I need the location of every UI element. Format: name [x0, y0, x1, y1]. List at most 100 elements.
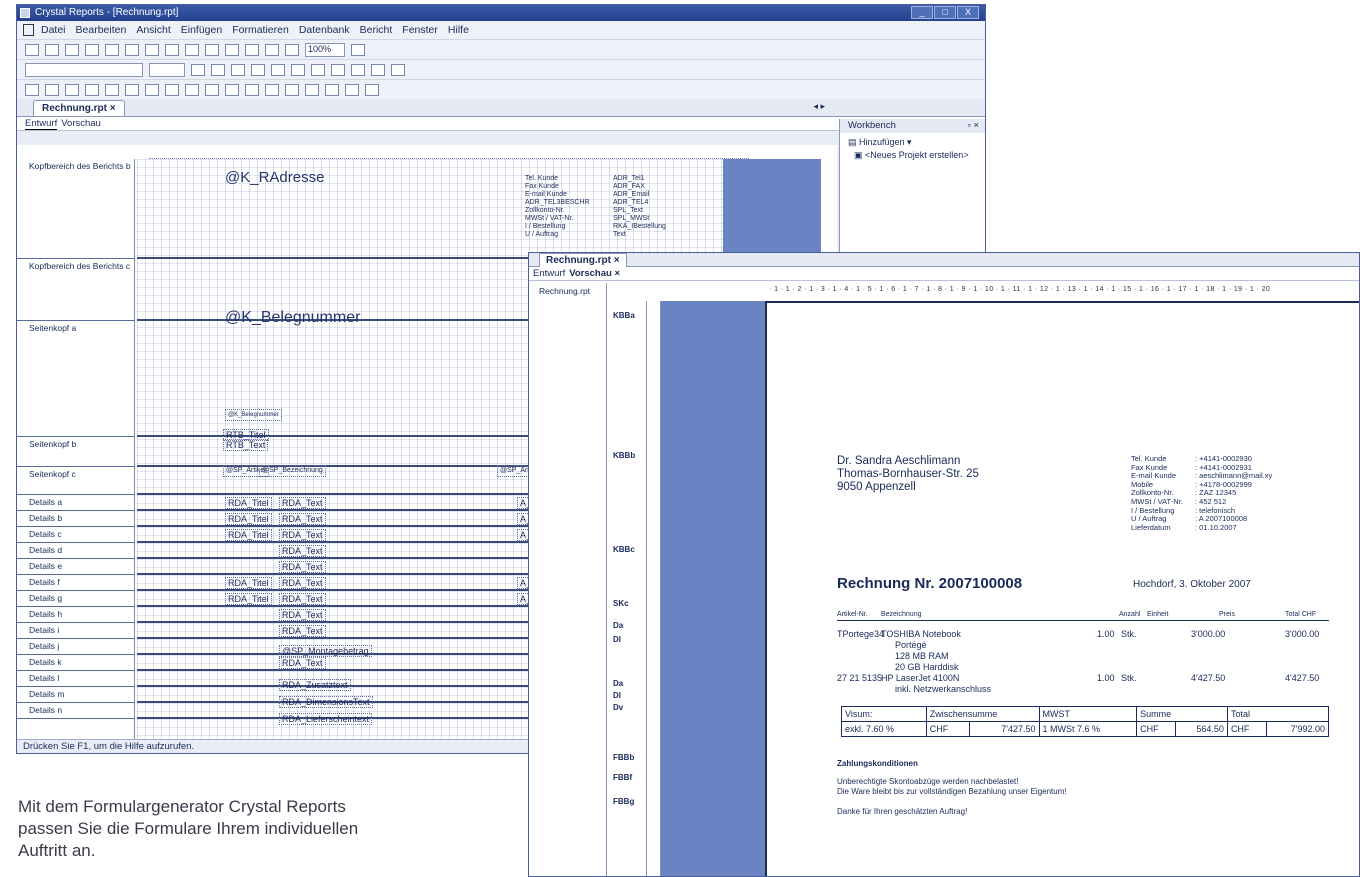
section-label[interactable]: Details f	[17, 575, 135, 591]
tab-vorschau[interactable]: Vorschau	[61, 117, 101, 130]
first-page-icon[interactable]	[285, 83, 299, 96]
field-sp-montage[interactable]: @SP_Montagebetrag	[279, 645, 372, 657]
field-radresse[interactable]: @K_RAdresse	[223, 170, 326, 185]
justify-icon[interactable]	[311, 63, 325, 76]
new-icon[interactable]	[25, 43, 39, 56]
close-button[interactable]: X	[957, 6, 979, 19]
field-rda-titel[interactable]: RDA_Titel	[225, 529, 272, 541]
menu-formatieren[interactable]: Formatieren	[232, 24, 289, 36]
preview-tab-entwurf[interactable]: Entwurf	[533, 267, 565, 280]
header-field-row[interactable]: I / Bestellung RKA_IBestellung	[525, 223, 675, 231]
menu-einfuegen[interactable]: Einfügen	[181, 24, 222, 36]
header-field-row[interactable]: U / Auftrag Text	[525, 231, 675, 239]
field-rda-text[interactable]: RDA_Text	[279, 577, 326, 589]
section-label[interactable]: Details i	[17, 623, 135, 639]
section-label[interactable]: Details l	[17, 671, 135, 687]
section-label[interactable]: Seitenkopf a	[17, 321, 135, 437]
section-label[interactable]: Kopfbereich des Berichts c	[17, 259, 135, 321]
field-rda-text[interactable]: RDA_Text	[279, 609, 326, 621]
tab-entwurf[interactable]: Entwurf	[25, 117, 58, 130]
field-rda-text[interactable]: RDA_Text	[279, 593, 326, 605]
save-icon[interactable]	[65, 43, 79, 56]
minimize-button[interactable]: _	[911, 6, 933, 19]
section-expert-icon[interactable]	[225, 83, 239, 96]
tab-scroll-arrows[interactable]: ◂ ▸	[813, 101, 825, 112]
align-left-icon[interactable]	[251, 63, 265, 76]
zoom-select[interactable]: 100%	[305, 42, 345, 57]
section-label[interactable]: Details d	[17, 543, 135, 559]
header-field-row[interactable]: E-mail Kunde ADR_Email	[525, 191, 675, 199]
menu-bericht[interactable]: Bericht	[360, 24, 393, 36]
section-label[interactable]: Seitenkopf b	[17, 437, 135, 467]
open-icon[interactable]	[45, 43, 59, 56]
menu-fenster[interactable]: Fenster	[402, 24, 438, 36]
next-page-icon[interactable]	[325, 83, 339, 96]
text-object-icon[interactable]	[25, 83, 39, 96]
section-label[interactable]: Details g	[17, 591, 135, 607]
header-field-row[interactable]: Zollkonto-Nr. SPL_Text	[525, 207, 675, 215]
workbench-add-button[interactable]: ▤ Hinzufügen ▾	[840, 133, 985, 148]
print-icon[interactable]	[85, 43, 99, 56]
section-label[interactable]: Details b	[17, 511, 135, 527]
tree-item-rechnung[interactable]: Rechnung.rpt	[539, 286, 590, 296]
print-preview-icon[interactable]	[105, 43, 119, 56]
menu-datei[interactable]: Datei	[41, 24, 66, 36]
section-label[interactable]: Details k	[17, 655, 135, 671]
find-icon[interactable]	[285, 43, 299, 56]
header-field-row[interactable]: MWSt / VAT-Nr. SPL_MWSt	[525, 215, 675, 223]
field-sp-bezeichnung[interactable]: @SP_Bezeichnung	[259, 465, 326, 477]
field-rda-titel[interactable]: RDA_Titel	[225, 497, 272, 509]
header-field-row[interactable]: ADR_TEL3BESCHR ADR_TEL4	[525, 199, 675, 207]
maximize-button[interactable]: □	[934, 6, 956, 19]
italic-icon[interactable]	[211, 63, 225, 76]
menu-ansicht[interactable]: Ansicht	[136, 24, 170, 36]
picture-icon[interactable]	[165, 83, 179, 96]
stop-icon[interactable]	[365, 83, 379, 96]
size-select[interactable]	[149, 62, 185, 77]
section-label[interactable]: Details c	[17, 527, 135, 543]
menu-hilfe[interactable]: Hilfe	[448, 24, 469, 36]
section-label[interactable]: Details a	[17, 495, 135, 511]
olap-icon[interactable]	[105, 83, 119, 96]
field-rda-text[interactable]: RDA_Text	[279, 625, 326, 637]
align-center-icon[interactable]	[271, 63, 285, 76]
section-label[interactable]: Kopfbereich des Berichts b	[17, 159, 135, 259]
section-label[interactable]: Details e	[17, 559, 135, 575]
cut-icon[interactable]	[145, 43, 159, 56]
field-rda-text[interactable]: RDA_Text	[279, 545, 326, 557]
header-field-row[interactable]: Tel. Kunde ADR_Tel1	[525, 175, 675, 183]
paste-icon[interactable]	[185, 43, 199, 56]
field-rda-text[interactable]: RDA_Text	[279, 529, 326, 541]
preview-tab-rechnung[interactable]: Rechnung.rpt ×	[539, 253, 627, 267]
workbench-close-button[interactable]: ▫ ×	[967, 119, 979, 133]
header-field-row[interactable]: Fax Kunde ADR_FAX	[525, 183, 675, 191]
bold-icon[interactable]	[191, 63, 205, 76]
field-rda-zusatz[interactable]: RDA_Zusatztext	[279, 679, 351, 691]
field-rda-text[interactable]: RDA_Text	[279, 561, 326, 573]
preview-tab-vorschau[interactable]: Vorschau ×	[569, 267, 620, 280]
field-rda-text[interactable]: RDA_Text	[279, 657, 326, 669]
font-select[interactable]	[25, 62, 143, 77]
field-rda-liefer[interactable]: RDA_Lieferscheintext	[279, 713, 373, 725]
font-color-icon[interactable]	[331, 63, 345, 76]
field-rda-text[interactable]: RDA_Text	[279, 497, 326, 509]
section-label[interactable]: Details h	[17, 607, 135, 623]
section-label[interactable]: Details m	[17, 687, 135, 703]
field-explorer-icon[interactable]	[245, 43, 259, 56]
last-page-icon[interactable]	[345, 83, 359, 96]
field-belegnummer-small[interactable]: @K_Belegnummer	[225, 409, 282, 421]
menu-datenbank[interactable]: Datenbank	[299, 24, 350, 36]
field-rda-titel[interactable]: RDA_Titel	[225, 577, 272, 589]
field-rda-titel[interactable]: RDA_Titel	[225, 513, 272, 525]
map-icon[interactable]	[205, 83, 219, 96]
line-icon[interactable]	[125, 83, 139, 96]
refresh-icon[interactable]	[265, 83, 279, 96]
summary-icon[interactable]	[65, 83, 79, 96]
prev-page-icon[interactable]	[305, 83, 319, 96]
field-rda-titel[interactable]: RDA_Titel	[225, 593, 272, 605]
undo-icon[interactable]	[205, 43, 219, 56]
section-label[interactable]: Details n	[17, 703, 135, 719]
border-icon[interactable]	[351, 63, 365, 76]
group-icon[interactable]	[45, 83, 59, 96]
currency-icon[interactable]	[371, 63, 385, 76]
